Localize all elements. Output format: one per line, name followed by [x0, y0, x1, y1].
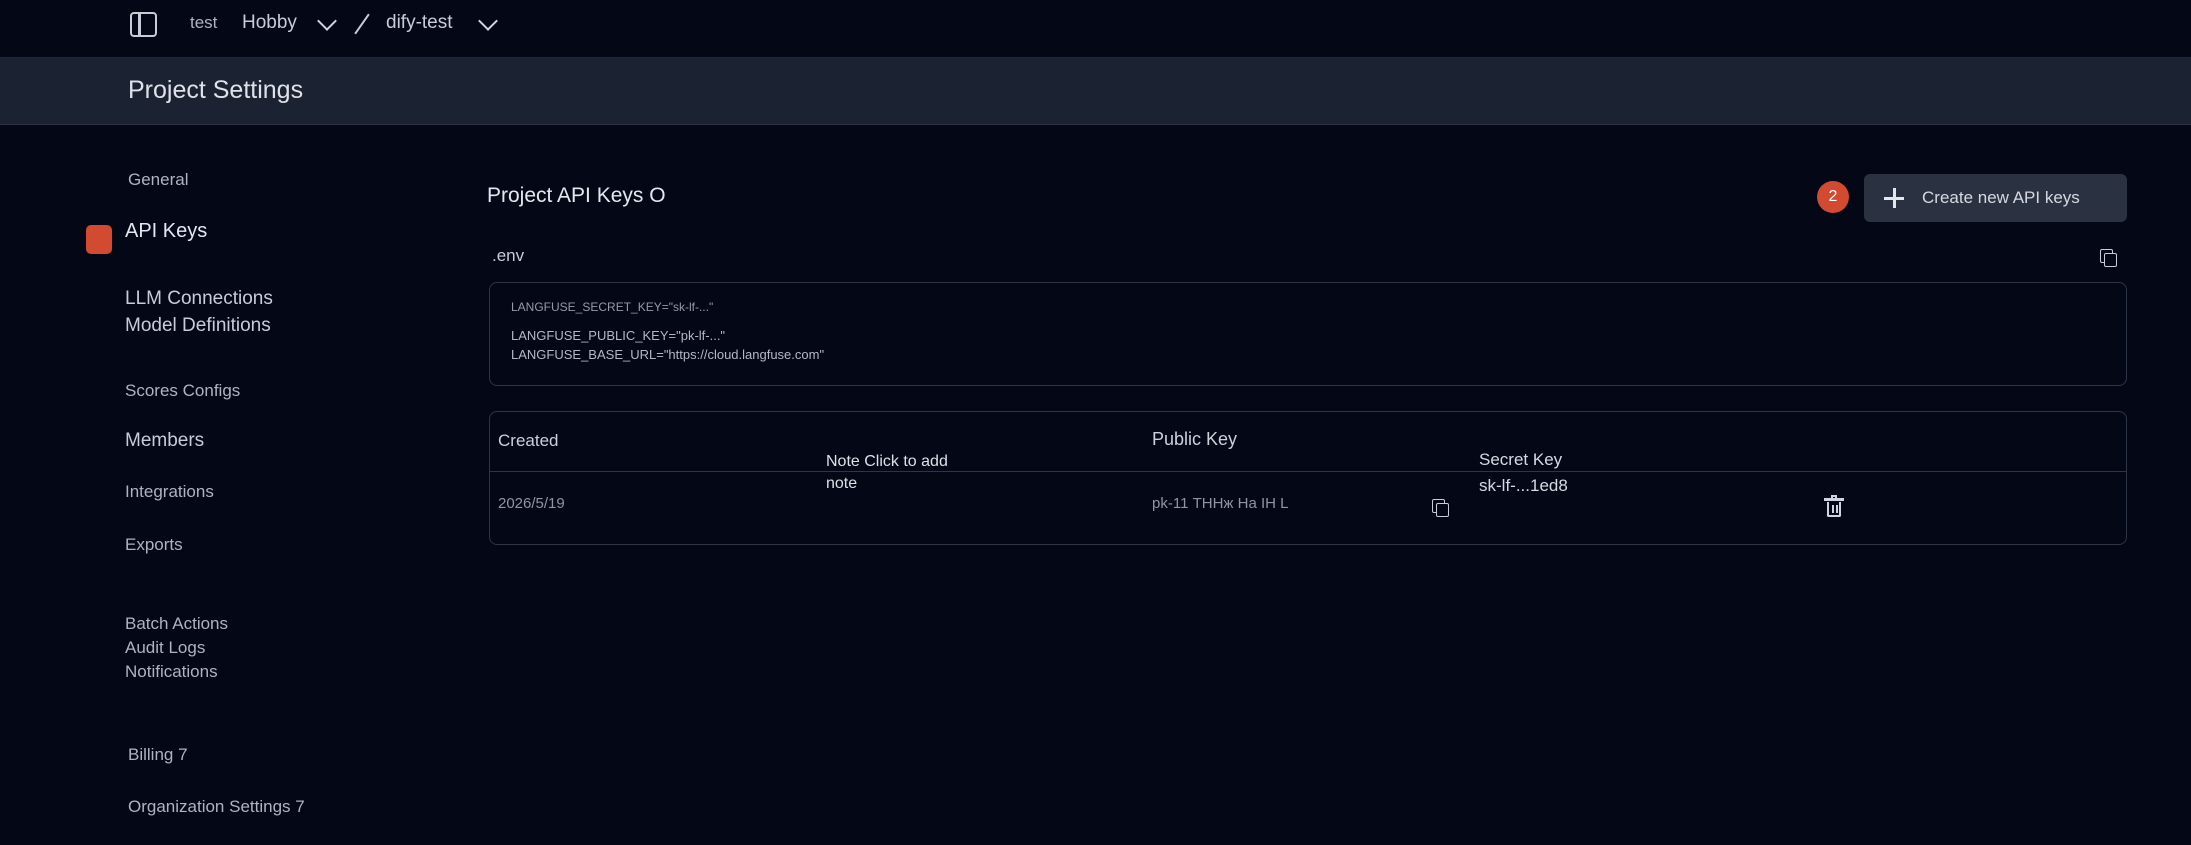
breadcrumb-project[interactable]: dify-test: [386, 12, 453, 34]
breadcrumb-separator: [354, 13, 370, 35]
trash-icon[interactable]: [1824, 495, 1844, 517]
section-title: Project API Keys O: [487, 184, 666, 207]
sidebar-toggle-icon[interactable]: [130, 12, 157, 37]
sidebar-item-notifications[interactable]: Notifications: [125, 662, 218, 682]
table-divider: [490, 471, 2126, 472]
env-public-line: LANGFUSE_PUBLIC_KEY="pk-lf-...": [511, 328, 726, 343]
env-base-url-line: LANGFUSE_BASE_URL="https://cloud.langfus…: [511, 347, 825, 362]
copy-icon[interactable]: [1432, 499, 1449, 517]
sidebar-item-api-keys[interactable]: API Keys: [125, 220, 207, 243]
column-header-created: Created: [498, 431, 559, 450]
sidebar-item-organization-settings[interactable]: Organization Settings 7: [128, 797, 305, 817]
plus-icon: [1884, 188, 1904, 208]
sidebar-item-model-definitions[interactable]: Model Definitions: [125, 315, 271, 337]
page-title: Project Settings: [128, 76, 304, 104]
breadcrumb-org[interactable]: test: [190, 13, 217, 33]
active-indicator: [86, 225, 112, 254]
created-date: 2026/5/19: [498, 495, 565, 512]
notification-badge: 2: [1817, 181, 1849, 213]
public-key-value: pk-11 ТННж На IH L: [1152, 495, 1289, 512]
sidebar-item-general[interactable]: General: [128, 170, 188, 190]
sidebar-item-scores-configs[interactable]: Scores Configs: [125, 381, 240, 401]
top-bar: test Hobby dify-test: [0, 0, 2191, 58]
secret-key-cell: Secret Key sk-lf-...1ed8: [1479, 447, 1568, 499]
env-code-block: LANGFUSE_SECRET_KEY="sk-lf-..." LANGFUSE…: [489, 282, 2127, 386]
column-header-public-key: Public Key: [1152, 429, 1238, 449]
sidebar-item-batch-actions[interactable]: Batch Actions: [125, 614, 228, 634]
create-api-keys-label: Create new API keys: [1922, 188, 2080, 207]
chevron-down-icon[interactable]: [317, 11, 337, 31]
chevron-down-icon[interactable]: [478, 11, 498, 31]
sidebar-item-llm-connections[interactable]: LLM Connections: [125, 288, 273, 310]
sidebar-item-billing[interactable]: Billing 7: [128, 745, 188, 765]
copy-icon[interactable]: [2100, 249, 2117, 267]
column-header-note[interactable]: Note Click to add note: [826, 451, 976, 495]
api-keys-table: Created Note Click to add note Public Ke…: [489, 411, 2127, 545]
sidebar-item-integrations[interactable]: Integrations: [125, 482, 214, 502]
env-label: .env: [492, 246, 525, 265]
column-header-secret-key: Secret Key: [1479, 450, 1563, 469]
sidebar-item-members[interactable]: Members: [125, 430, 204, 452]
create-api-keys-button[interactable]: Create new API keys: [1864, 174, 2127, 222]
page-header: Project Settings: [0, 58, 2191, 125]
breadcrumb-plan[interactable]: Hobby: [242, 12, 297, 34]
env-secret-line: LANGFUSE_SECRET_KEY="sk-lf-...": [511, 300, 714, 314]
sidebar-item-audit-logs[interactable]: Audit Logs: [125, 638, 205, 658]
sidebar-item-exports[interactable]: Exports: [125, 535, 183, 555]
secret-key-value: sk-lf-...1ed8: [1479, 476, 1568, 495]
